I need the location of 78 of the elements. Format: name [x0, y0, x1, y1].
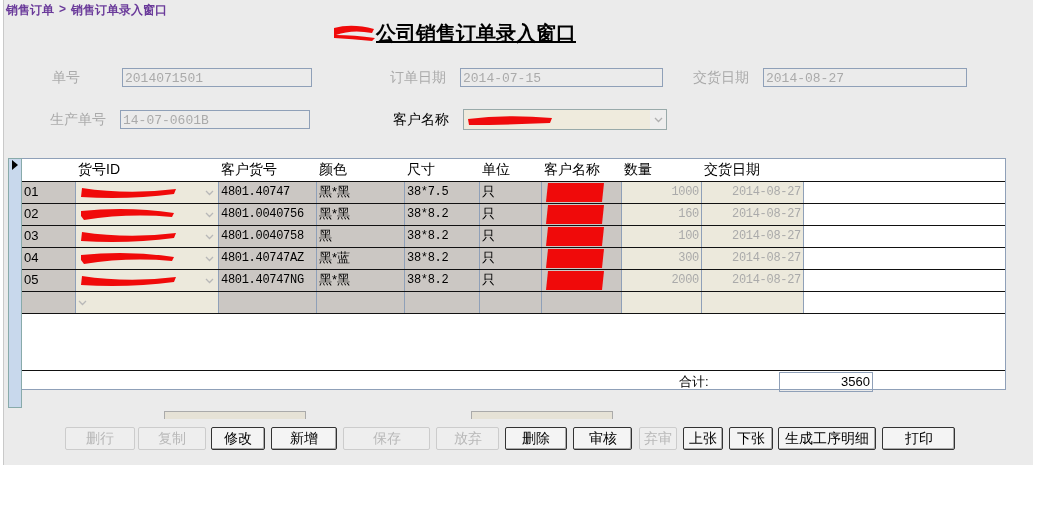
table-cell — [480, 292, 542, 313]
column-header[interactable]: 交货日期 — [702, 159, 804, 181]
table-cell: 04 — [22, 248, 76, 269]
toolbar-button[interactable]: 修改 — [211, 427, 265, 450]
field-label: 客户名称 — [393, 110, 450, 129]
toolbar-button[interactable]: 上张 — [683, 427, 723, 450]
table-cell: 05 — [22, 270, 76, 291]
table-cell: 黑*黑 — [317, 204, 405, 225]
table-cell: 38*8.2 — [405, 270, 480, 291]
table-cell: 2014-08-27 — [702, 204, 804, 225]
column-header[interactable]: 颜色 — [317, 159, 405, 181]
item-id-dropdown[interactable] — [76, 248, 219, 269]
table-cell: 只 — [480, 248, 542, 269]
table-cell: 38*8.2 — [405, 204, 480, 225]
table-cell: 4801.0040758 — [219, 226, 317, 247]
column-header[interactable]: 数量 — [622, 159, 702, 181]
column-header[interactable]: 客户货号 — [219, 159, 317, 181]
table-cell: 2014-08-27 — [702, 270, 804, 291]
chevron-down-icon — [205, 233, 214, 240]
chevron-down-icon — [205, 277, 214, 284]
table-cell: 1000 — [622, 182, 702, 203]
chevron-down-icon — [205, 189, 214, 196]
toolbar-button[interactable]: 打印 — [882, 427, 955, 450]
current-row-icon — [12, 160, 18, 170]
table-cell: 2014-08-27 — [702, 226, 804, 247]
table-cell: 2014-08-27 — [702, 182, 804, 203]
table-cell: 38*7.5 — [405, 182, 480, 203]
field-label: 订单日期 — [390, 68, 447, 87]
table-cell: 03 — [22, 226, 76, 247]
chevron-down-icon — [78, 299, 87, 306]
toolbar-button[interactable]: 审核 — [573, 427, 632, 450]
chevron-down-icon — [650, 110, 666, 129]
table-cell: 300 — [622, 248, 702, 269]
table-cell: 38*8.2 — [405, 226, 480, 247]
customer-dropdown[interactable] — [463, 109, 667, 130]
chevron-down-icon — [205, 255, 214, 262]
item-id-dropdown[interactable] — [76, 182, 219, 203]
column-header[interactable]: 单位 — [480, 159, 542, 181]
table-cell: 只 — [480, 270, 542, 291]
table-cell: 4801.40747NG — [219, 270, 317, 291]
column-header[interactable]: 货号ID — [76, 159, 219, 181]
table-cell: 只 — [480, 182, 542, 203]
table-cell: 4801.0040756 — [219, 204, 317, 225]
toolbar-button[interactable]: 生成工序明细 — [778, 427, 876, 450]
redaction-scribble — [332, 23, 376, 43]
item-id-dropdown[interactable] — [76, 270, 219, 291]
table-cell: 4801.40747 — [219, 182, 317, 203]
table-cell: 黑*黑 — [317, 270, 405, 291]
total-field: 3560 — [779, 372, 873, 392]
table-cell: 黑*蓝 — [317, 248, 405, 269]
toolbar-button[interactable]: 删除 — [505, 427, 567, 450]
table-cell: 黑*黑 — [317, 182, 405, 203]
field-label: 单号 — [52, 68, 81, 87]
field-label: 交货日期 — [693, 68, 750, 87]
table-cell: 38*8.2 — [405, 248, 480, 269]
toolbar-button[interactable]: 下张 — [729, 427, 773, 450]
breadcrumb-current: 销售订单录入窗口 — [71, 2, 167, 18]
column-header[interactable]: 客户名称 — [542, 159, 622, 181]
chevron-down-icon — [205, 211, 214, 218]
table-cell: 4801.40747AZ — [219, 248, 317, 269]
column-header[interactable]: 尺寸 — [405, 159, 480, 181]
table-cell: 黑 — [317, 226, 405, 247]
table-cell: 2000 — [622, 270, 702, 291]
table-cell: 160 — [622, 204, 702, 225]
table-cell: 02 — [22, 204, 76, 225]
table-cell: 100 — [622, 226, 702, 247]
field-label: 生产单号 — [50, 110, 107, 129]
total-label: 合计: — [679, 373, 710, 391]
toolbar-button[interactable]: 新增 — [271, 427, 337, 450]
table-cell: 只 — [480, 204, 542, 225]
breadcrumb-separator: > — [59, 2, 66, 18]
table-cell: 只 — [480, 226, 542, 247]
table-cell: 01 — [22, 182, 76, 203]
window-title: 公司销售订单录入窗口 — [376, 20, 576, 46]
item-id-dropdown[interactable] — [76, 226, 219, 247]
breadcrumb-link[interactable]: 销售订单 — [6, 2, 54, 18]
table-cell: 2014-08-27 — [702, 248, 804, 269]
item-id-dropdown[interactable] — [76, 204, 219, 225]
